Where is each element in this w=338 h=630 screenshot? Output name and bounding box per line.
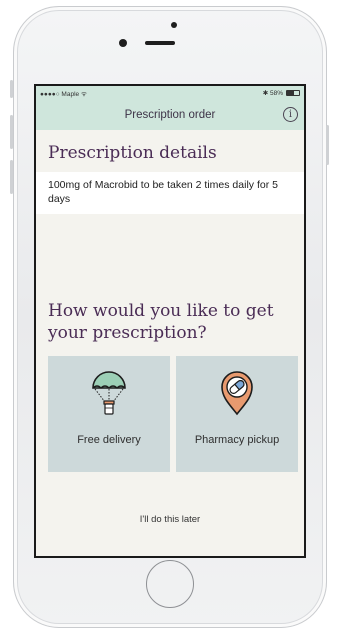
pharmacy-pickup-label: Pharmacy pickup <box>194 434 280 446</box>
do-later-link[interactable]: I'll do this later <box>36 514 304 525</box>
mute-switch <box>10 80 13 98</box>
delivery-question: How would you like to get your prescript… <box>48 301 274 343</box>
home-button[interactable] <box>146 560 194 608</box>
front-camera <box>119 39 127 47</box>
volume-down-button <box>10 160 13 194</box>
free-delivery-label: Free delivery <box>77 434 141 446</box>
prescription-text: 100mg of Macrobid to be taken 2 times da… <box>48 179 278 205</box>
volume-up-button <box>10 115 13 149</box>
free-delivery-option[interactable]: Free delivery <box>48 356 170 472</box>
status-right-text: ✱ 58% <box>262 90 283 97</box>
details-heading: Prescription details <box>48 143 217 163</box>
info-icon[interactable]: i <box>283 107 298 122</box>
status-bar: ●●●●○ Maple ᯤ ✱ 58% <box>36 86 304 100</box>
location-pill-icon <box>213 368 261 416</box>
battery-icon <box>286 90 300 96</box>
parachute-delivery-icon <box>85 368 133 416</box>
nav-title: Prescription order <box>124 109 216 121</box>
earpiece-speaker <box>145 41 175 45</box>
prescription-details-box: 100mg of Macrobid to be taken 2 times da… <box>36 172 304 214</box>
power-button <box>326 125 329 165</box>
app-screen: ●●●●○ Maple ᯤ ✱ 58% Prescription order i… <box>34 84 306 558</box>
carrier-signal: ●●●●○ Maple ᯤ <box>40 90 87 98</box>
pharmacy-pickup-option[interactable]: Pharmacy pickup <box>176 356 298 472</box>
nav-bar: Prescription order i <box>36 100 304 130</box>
top-sensor <box>171 22 177 28</box>
